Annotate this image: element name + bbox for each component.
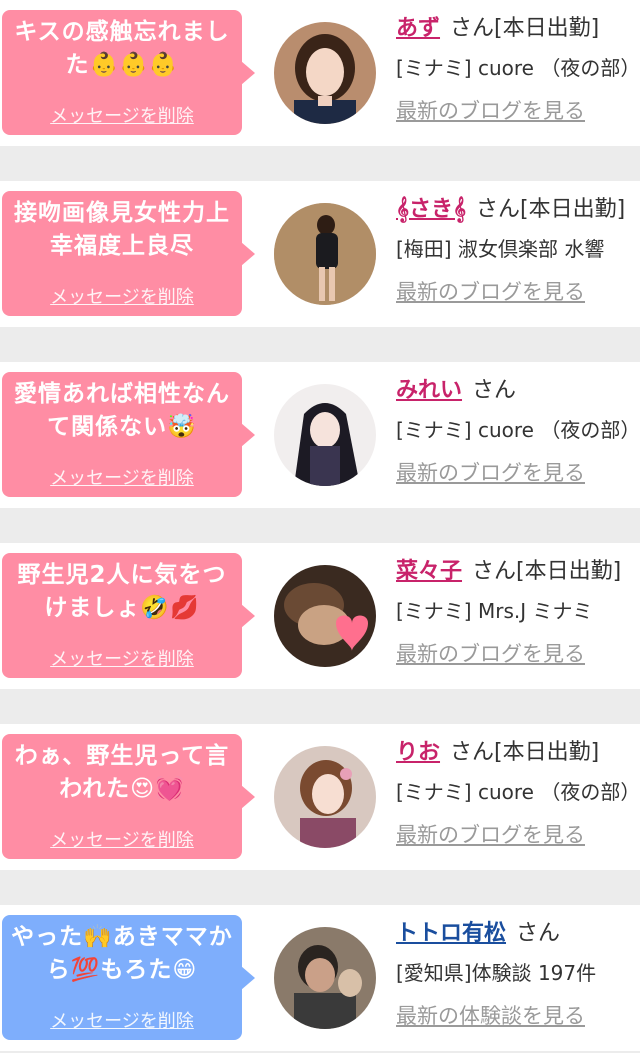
status-text: さん [472,378,517,403]
status-text: さん[本日出勤] [472,559,622,584]
name-line: トトロ有松 さん [396,915,640,953]
profile-photo [274,746,376,848]
shop-text: [ミナミ] cuore （夜の部） [396,56,640,80]
message-bubble: 愛情あれば相性なんて関係ない🤯 メッセージを削除 [2,372,255,497]
message-text: 愛情あれば相性なんて関係ない🤯 [14,381,230,440]
avatar[interactable] [274,203,376,305]
shop-text: [ミナミ] cuore （夜の部） [396,418,640,442]
status-text: さん[本日出勤] [450,16,600,41]
avatar[interactable] [274,565,376,667]
name-line: みれい さん [396,372,640,410]
delete-message-link[interactable]: メッセージを削除 [50,826,194,852]
girl-name-link[interactable]: りお [396,740,440,765]
region-text: [愛知県]体験談 197件 [396,961,597,985]
message-text: 接吻画像見女性力上幸福度上良尽 [14,200,230,259]
message-bubble: キスの感触忘れました👶👶👶 メッセージを削除 [2,10,255,135]
avatar[interactable] [274,384,376,486]
message-bubble: わぁ、野生児って言われた😍💓 メッセージを削除 [2,734,255,859]
message-card: キスの感触忘れました👶👶👶 メッセージを削除 あず さん[本日出勤] [ミナミ] … [0,0,640,146]
message-card: わぁ、野生児って言われた😍💓 メッセージを削除 りお さん[本日出勤] [ミナミ]… [0,724,640,870]
profile-info: 菜々子 さん[本日出勤] [ミナミ] Mrs.J ミナミ 最新のブログを見る [396,553,640,677]
profile-photo [274,22,376,124]
girl-name-link[interactable]: みれい [396,378,462,403]
message-text: わぁ、野生児って言われた😍💓 [14,743,230,802]
blog-link[interactable]: 最新のブログを見る [396,812,640,858]
message-card: 野生児2人に気をつけましょ🤣💋 メッセージを削除 菜々子 さん[本日出勤] [ミナ… [0,543,640,689]
profile-photo [274,927,376,1029]
profile-photo [274,203,376,305]
profile-info: りお さん[本日出勤] [ミナミ] cuore （夜の部） 最新のブログを見る [396,734,640,858]
status-text: さん[本日出勤] [476,197,626,222]
name-line: りお さん[本日出勤] [396,734,640,772]
girl-name-link[interactable]: 菜々子 [396,559,462,584]
delete-message-link[interactable]: メッセージを削除 [50,645,194,671]
message-bubble: 接吻画像見女性力上幸福度上良尽 メッセージを削除 [2,191,255,316]
profile-photo [274,384,376,486]
profile-info: あず さん[本日出勤] [ミナミ] cuore （夜の部） 最新のブログを見る [396,10,640,134]
profile-info: みれい さん [ミナミ] cuore （夜の部） 最新のブログを見る [396,372,640,496]
message-text: やった🙌あきママから💯もろた😁 [11,924,233,983]
blog-link[interactable]: 最新のブログを見る [396,450,640,496]
reviewer-name-link[interactable]: トトロ有松 [396,921,506,946]
profile-info: トトロ有松 さん [愛知県]体験談 197件 最新の体験談を見る [396,915,640,1039]
avatar[interactable] [274,746,376,848]
message-bubble: やった🙌あきママから💯もろた😁 メッセージを削除 [2,915,255,1040]
profile-info: 𝄞さき𝄞 さん[本日出勤] [梅田] 淑女倶楽部 水響 最新のブログを見る [396,191,640,315]
message-card: 接吻画像見女性力上幸福度上良尽 メッセージを削除 𝄞さき𝄞 さん[本日出勤] [梅… [0,181,640,327]
girl-name-link[interactable]: 𝄞さき𝄞 [396,197,466,222]
profile-photo [274,565,376,667]
delete-message-link[interactable]: メッセージを削除 [50,283,194,309]
review-link[interactable]: 最新の体験談を見る [396,993,640,1039]
name-line: あず さん[本日出勤] [396,10,640,48]
shop-text: [ミナミ] cuore （夜の部） [396,780,640,804]
message-text: 野生児2人に気をつけましょ🤣💋 [17,562,227,621]
shop-text: [梅田] 淑女倶楽部 水響 [396,237,605,261]
message-card: 愛情あれば相性なんて関係ない🤯 メッセージを削除 みれい さん [ミナミ] cuo… [0,362,640,508]
message-card: やった🙌あきママから💯もろた😁 メッセージを削除 トトロ有松 さん [愛知県]体験… [0,905,640,1051]
message-bubble: 野生児2人に気をつけましょ🤣💋 メッセージを削除 [2,553,255,678]
blog-link[interactable]: 最新のブログを見る [396,631,640,677]
avatar[interactable] [274,22,376,124]
blog-link[interactable]: 最新のブログを見る [396,269,640,315]
shop-text: [ミナミ] Mrs.J ミナミ [396,599,593,623]
name-line: 菜々子 さん[本日出勤] [396,553,640,591]
avatar[interactable] [274,927,376,1029]
blog-link[interactable]: 最新のブログを見る [396,88,640,134]
message-text: キスの感触忘れました👶👶👶 [14,19,230,78]
delete-message-link[interactable]: メッセージを削除 [50,1007,194,1033]
name-line: 𝄞さき𝄞 さん[本日出勤] [396,191,640,229]
delete-message-link[interactable]: メッセージを削除 [50,464,194,490]
status-text: さん [516,921,561,946]
status-text: さん[本日出勤] [450,740,600,765]
girl-name-link[interactable]: あず [396,16,440,41]
delete-message-link[interactable]: メッセージを削除 [50,102,194,128]
